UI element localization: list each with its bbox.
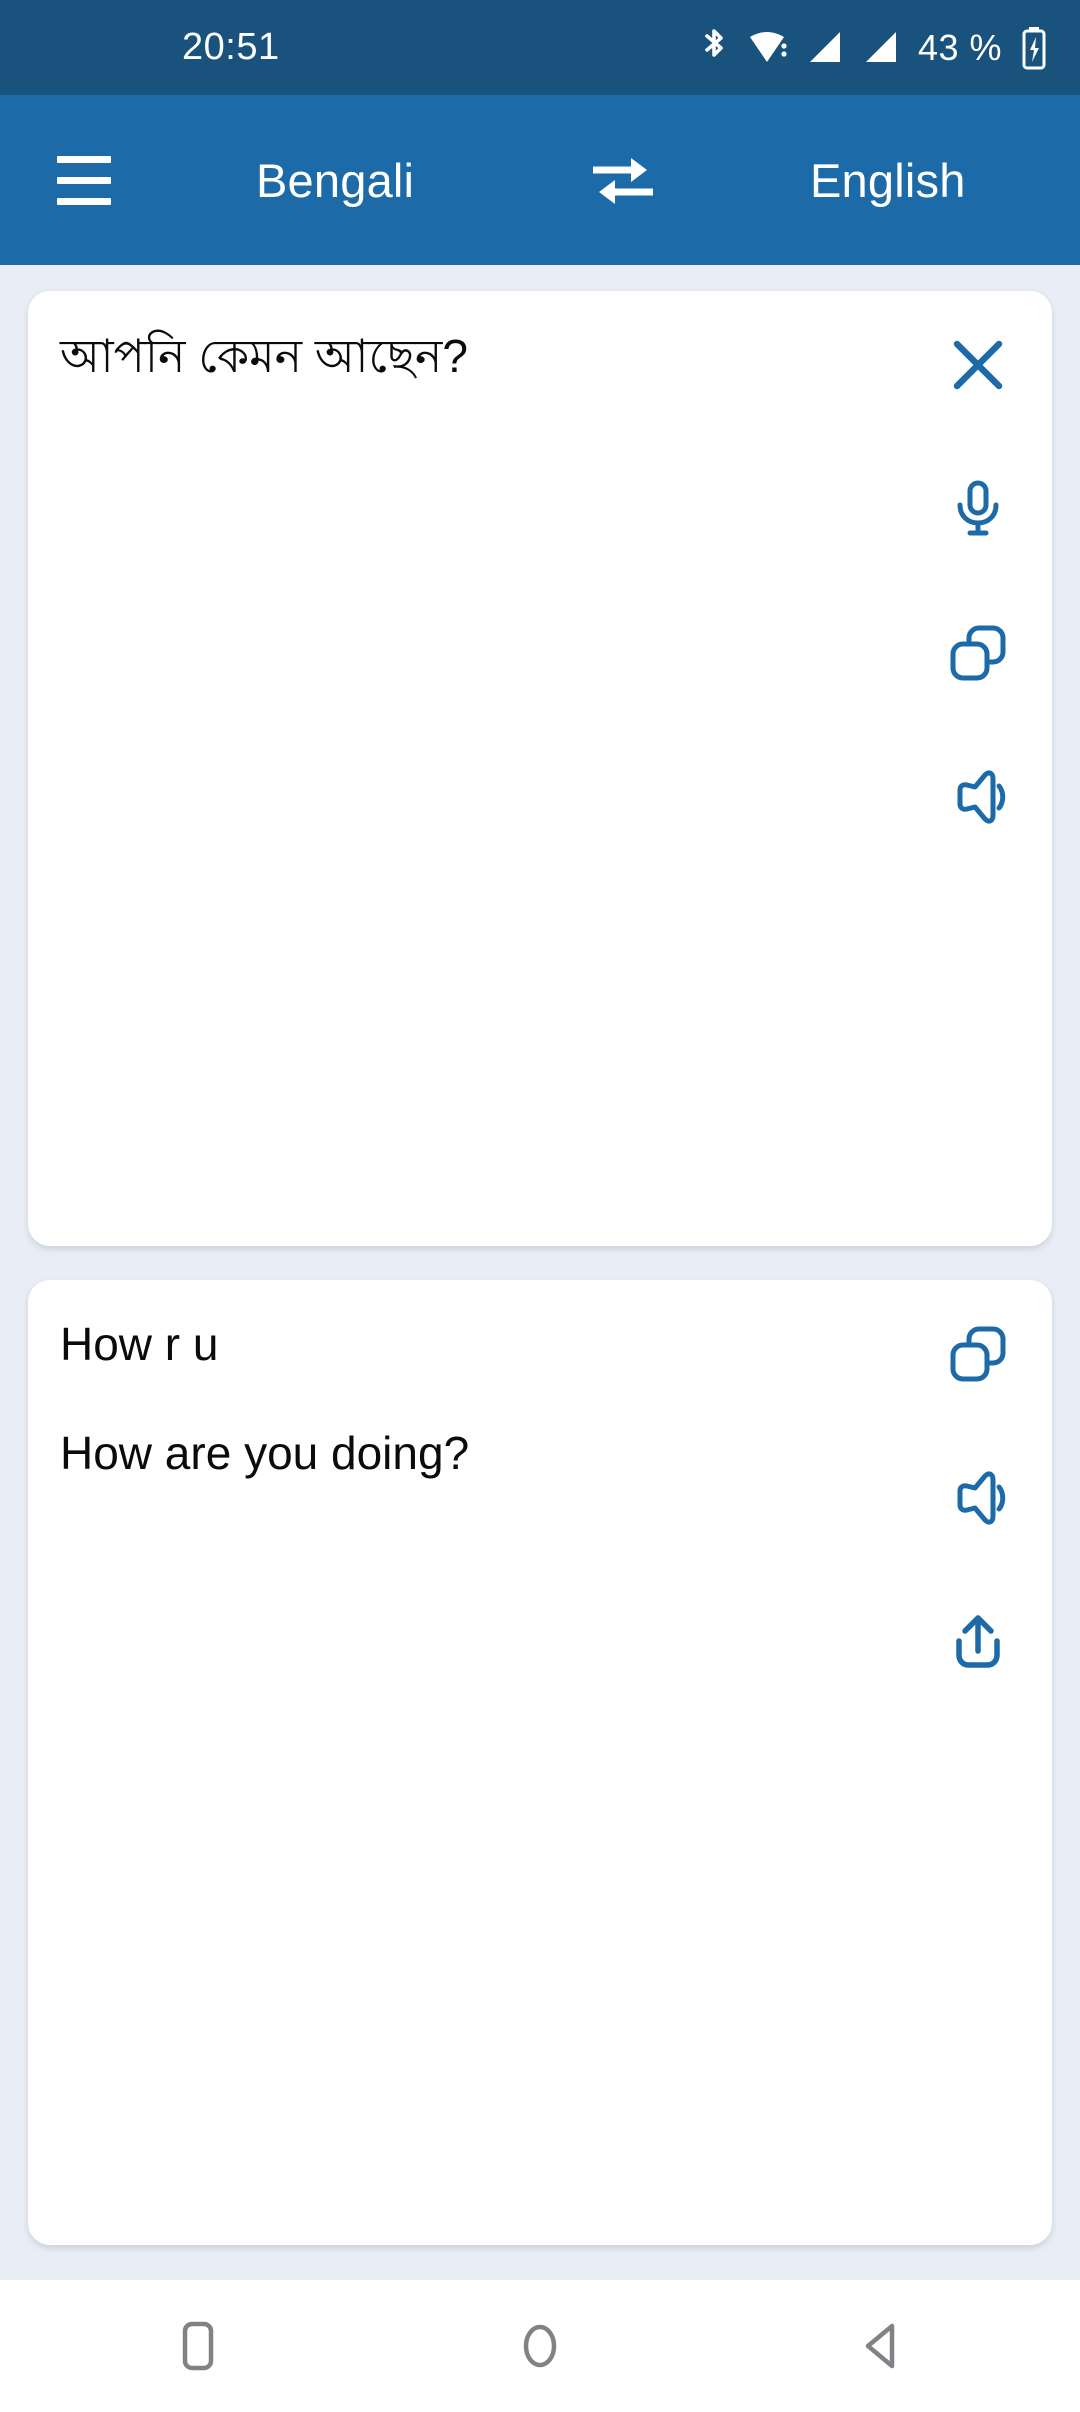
bluetooth-icon: [705, 28, 723, 57]
signal-1-icon: [809, 31, 840, 62]
source-language-selector[interactable]: Bengali: [256, 153, 414, 208]
transliteration-text: How r u: [60, 1318, 219, 1370]
status-time: 20:51: [182, 26, 280, 68]
battery-percent-label: 43 %: [917, 26, 1002, 68]
back-icon[interactable]: [834, 2298, 930, 2394]
app-bar: Bengali English: [0, 95, 1080, 265]
menu-icon[interactable]: [30, 126, 138, 234]
microphone-icon[interactable]: [930, 461, 1026, 557]
menu-line-1: [57, 155, 111, 163]
signal-2-icon: [865, 31, 896, 62]
menu-line-3: [57, 197, 111, 205]
translation-text: How are you doing?: [60, 1426, 470, 1479]
wifi-icon: [749, 31, 787, 62]
battery-charging-icon: [1022, 26, 1046, 69]
speaker-icon[interactable]: [930, 749, 1026, 845]
status-bar: 20:51 43 %: [0, 0, 1080, 95]
system-navigation-bar: [0, 2280, 1080, 2412]
copy-icon[interactable]: [930, 605, 1026, 701]
target-card-actions: [930, 1306, 1026, 1690]
share-icon[interactable]: [930, 1594, 1026, 1690]
target-text-card[interactable]: How r u How are you doing?: [28, 1280, 1052, 2245]
speaker-icon[interactable]: [930, 1450, 1026, 1546]
source-text[interactable]: আপনি কেমন আছেন?: [60, 325, 902, 387]
copy-icon[interactable]: [930, 1306, 1026, 1402]
home-icon[interactable]: [492, 2298, 588, 2394]
phone-screen: 20:51 43 % Bengali English আপনি কেমন আছে…: [0, 0, 1080, 2412]
close-icon[interactable]: [930, 317, 1026, 413]
target-language-selector[interactable]: English: [810, 153, 966, 208]
recents-icon[interactable]: [150, 2298, 246, 2394]
swap-languages-icon[interactable]: [575, 132, 671, 228]
source-card-actions: [930, 317, 1026, 845]
translation-content: আপনি কেমন আছেন? How r u How are you doin…: [0, 265, 1080, 2280]
status-icons: 43 %: [698, 25, 1048, 71]
menu-line-2: [57, 176, 111, 184]
source-text-card[interactable]: আপনি কেমন আছেন?: [28, 291, 1052, 1246]
